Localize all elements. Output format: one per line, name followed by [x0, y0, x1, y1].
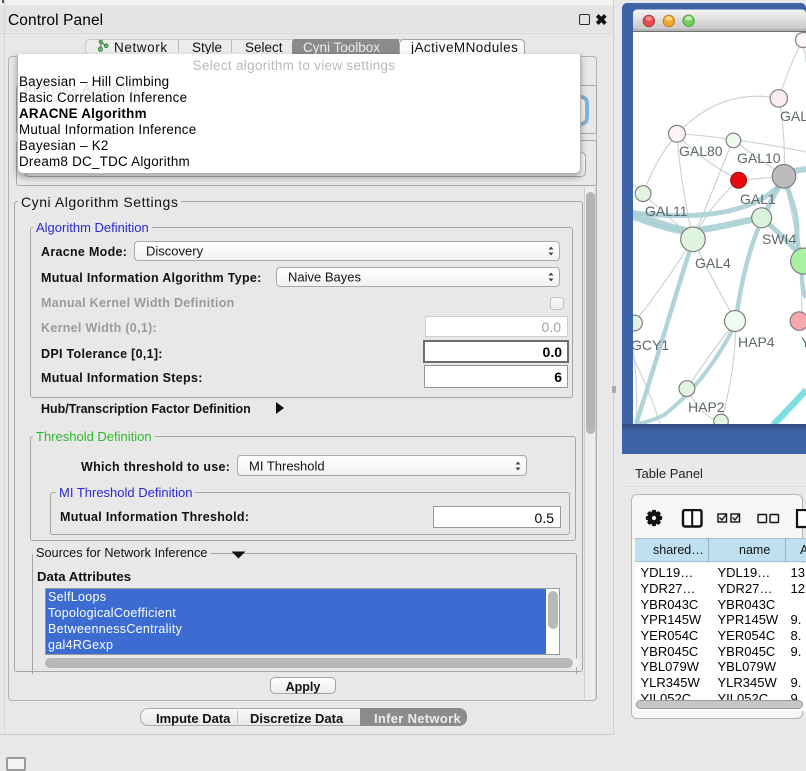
- svg-text:Y: Y: [801, 334, 806, 350]
- svg-text:GAL: GAL: [780, 108, 806, 124]
- svg-text:GCY1: GCY1: [631, 337, 669, 353]
- svg-text:GAL10: GAL10: [737, 150, 781, 166]
- svg-text:GAL4: GAL4: [695, 255, 731, 271]
- svg-text:GAL80: GAL80: [679, 143, 723, 159]
- svg-text:GAL1: GAL1: [740, 191, 776, 207]
- svg-text:GAL11: GAL11: [645, 203, 688, 219]
- svg-text:HAP2: HAP2: [688, 399, 725, 415]
- svg-text:HAP4: HAP4: [738, 334, 775, 350]
- svg-text:SWI4: SWI4: [762, 231, 796, 247]
